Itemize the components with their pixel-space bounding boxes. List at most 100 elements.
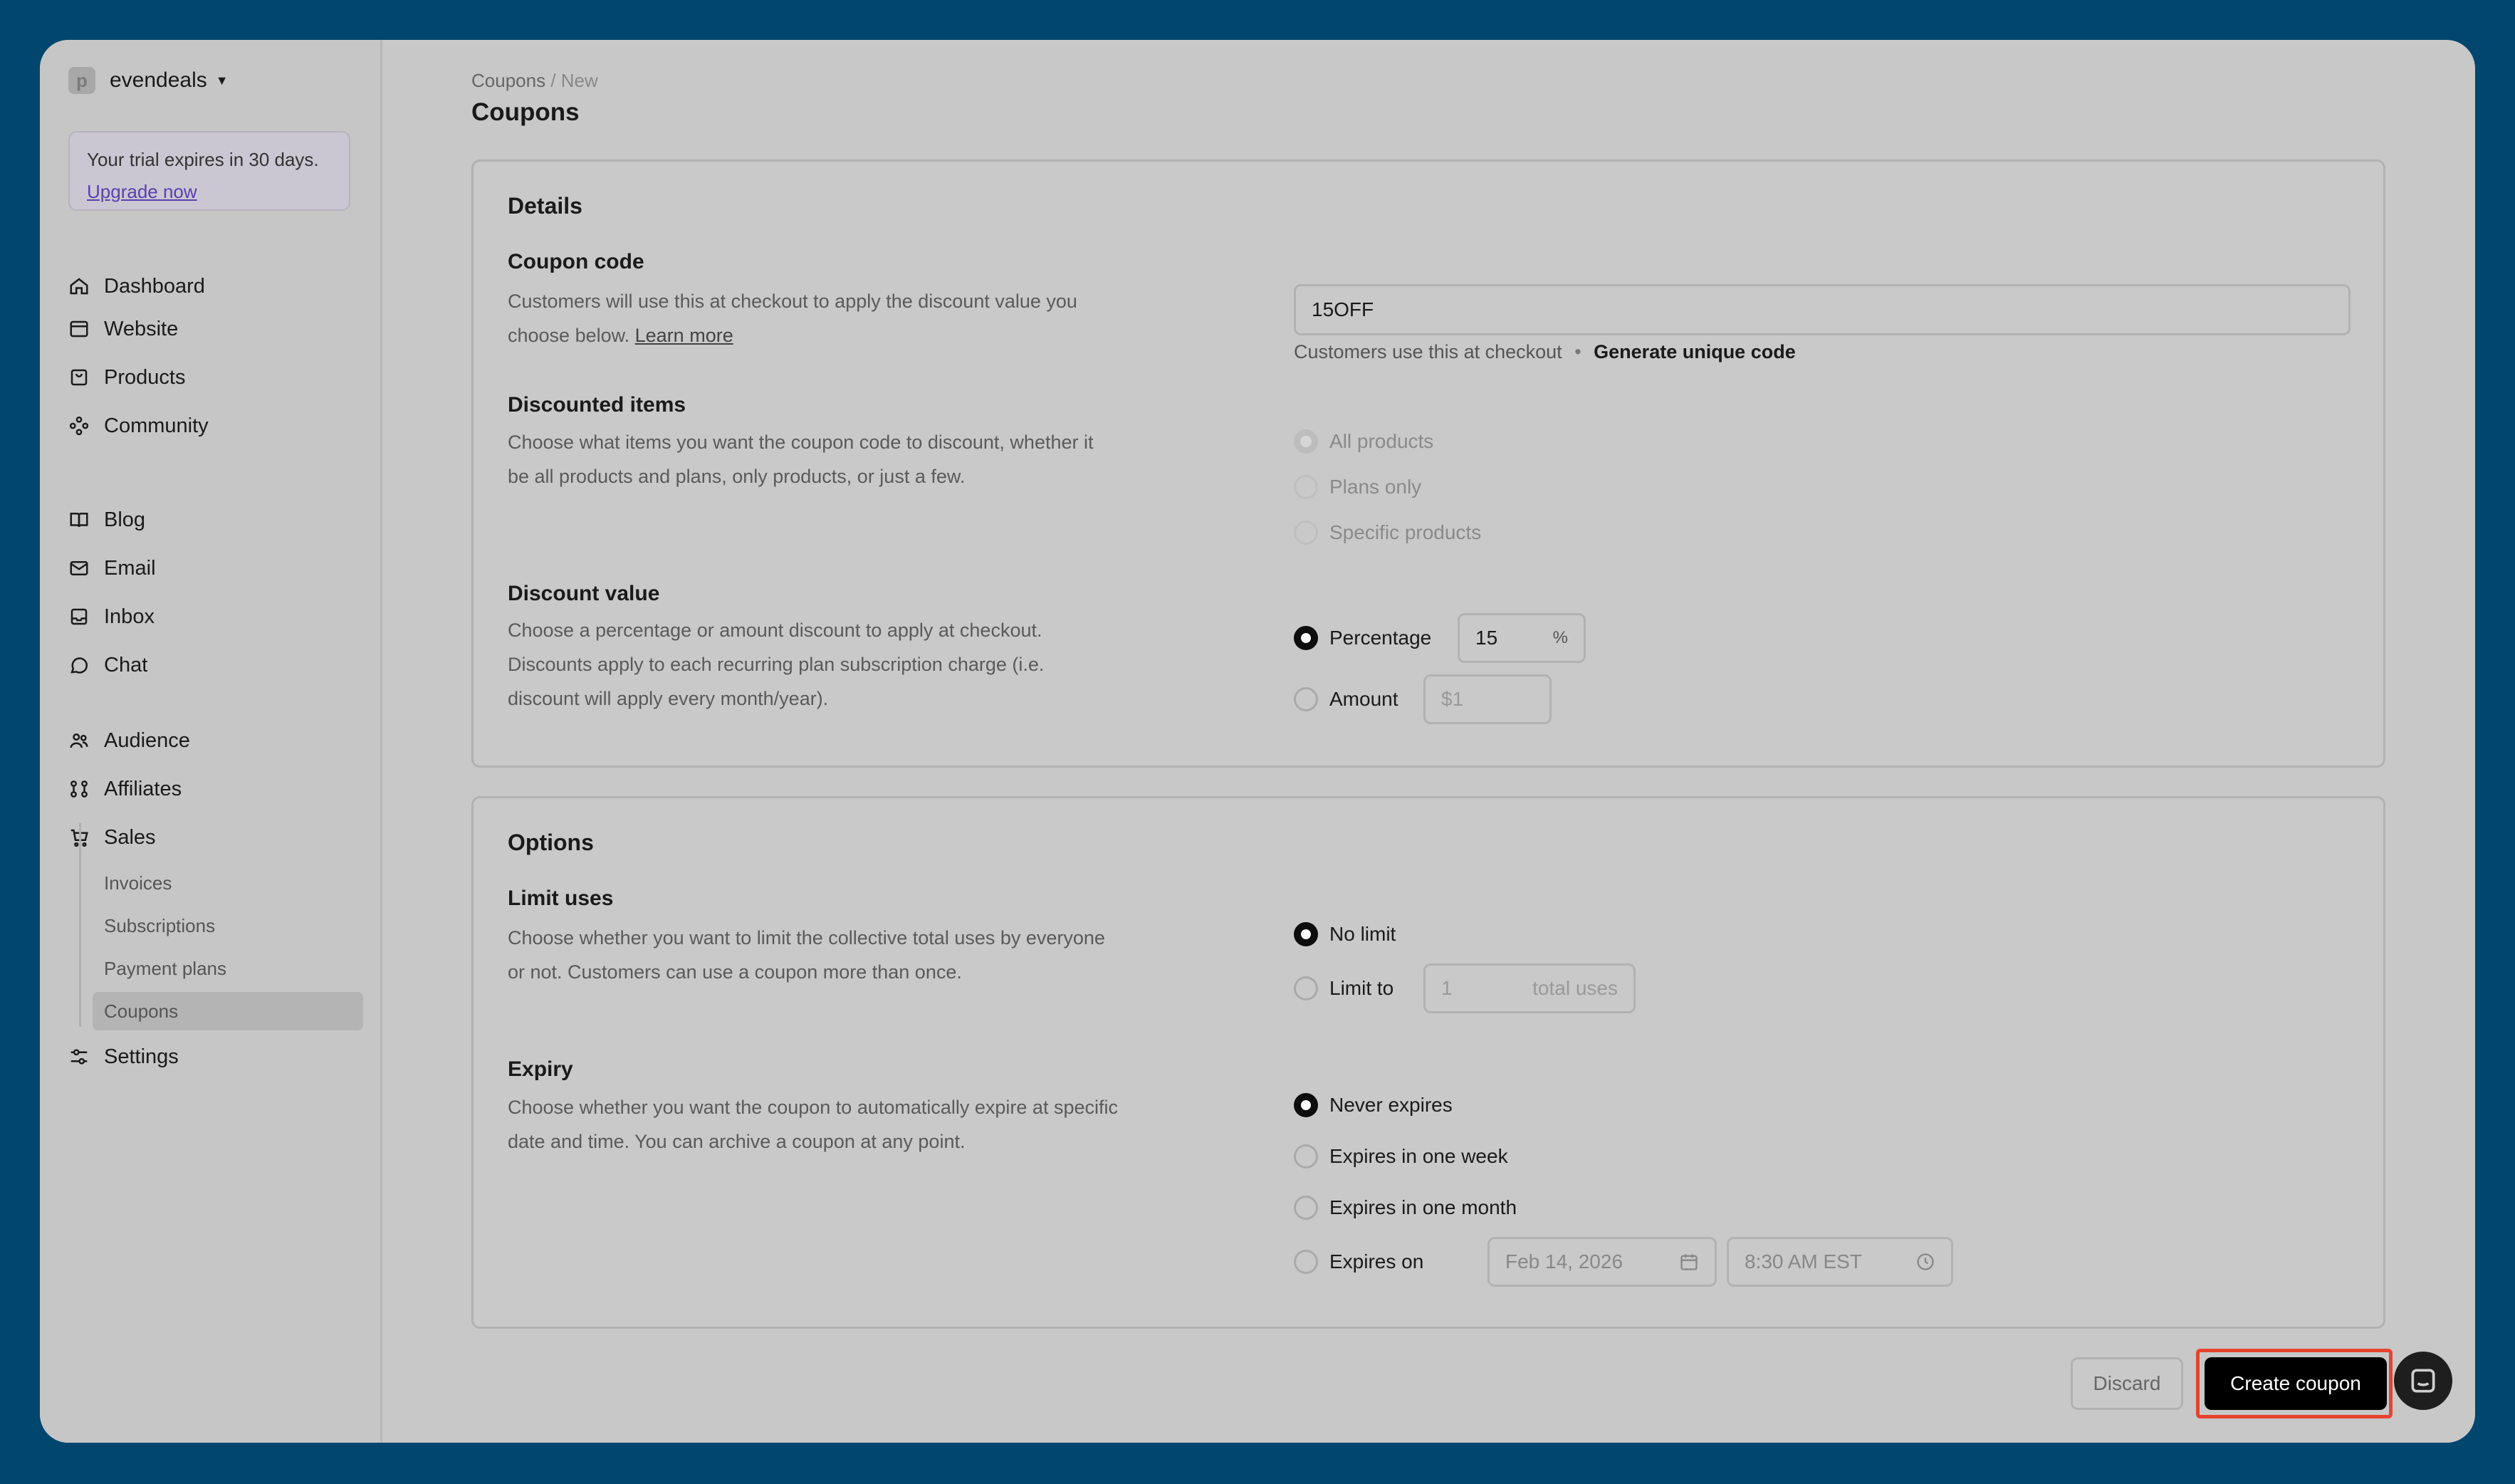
sidebar-subitem-invoices[interactable]: Invoices: [104, 869, 172, 897]
sidebar-item-blog[interactable]: Blog: [68, 506, 145, 534]
radio-indicator: [1294, 1144, 1318, 1169]
percentage-value: 15: [1475, 627, 1498, 649]
sidebar-item-label: Website: [104, 317, 179, 340]
radio-percentage[interactable]: Percentage: [1294, 626, 1431, 650]
radio-indicator: [1294, 922, 1318, 946]
radio-never-expires[interactable]: Never expires: [1294, 1093, 1453, 1117]
bag-icon: [70, 369, 88, 386]
radio-indicator: [1294, 1196, 1318, 1220]
amount-input[interactable]: $1: [1423, 674, 1552, 724]
sidebar-item-affiliates[interactable]: Affiliates: [68, 775, 182, 803]
highlight-box: [2196, 1349, 2393, 1418]
helper-dot: •: [1574, 341, 1581, 362]
discount-value-desc: Choose a percentage or amount discount t…: [508, 620, 1045, 709]
sidebar-item-label: Blog: [104, 508, 146, 531]
workspace-switcher[interactable]: p evendeals ▼: [68, 67, 229, 94]
sidebar-item-label: Community: [104, 414, 209, 437]
sidebar-subitem-payment-plans[interactable]: Payment plans: [104, 954, 226, 983]
radio-all-products[interactable]: All products: [1294, 429, 1433, 454]
expiry-title: Expiry: [508, 1057, 573, 1081]
percent-suffix: %: [1552, 628, 1568, 647]
radio-expires-on[interactable]: Expires on: [1294, 1250, 1423, 1274]
app-window: p evendeals ▼ Your trial expires in 30 d…: [40, 40, 2475, 1443]
sidebar-subitem-coupons[interactable]: Coupons: [93, 992, 363, 1030]
support-chat-launcher[interactable]: [2394, 1352, 2452, 1410]
expiry-date-input[interactable]: Feb 14, 2026: [1487, 1237, 1717, 1287]
breadcrumb-separator: /: [550, 70, 556, 91]
calendar-icon: [1680, 1254, 1698, 1270]
submenu-guide-line: [79, 823, 81, 1027]
percentage-input[interactable]: 15 %: [1458, 613, 1586, 663]
radio-no-limit[interactable]: No limit: [1294, 922, 1396, 946]
mail-icon: [70, 561, 88, 575]
radio-indicator: [1294, 1250, 1318, 1274]
radio-specific-products[interactable]: Specific products: [1294, 521, 1481, 545]
breadcrumb-parent[interactable]: Coupons: [471, 70, 545, 91]
learn-more-link[interactable]: Learn more: [635, 325, 733, 346]
radio-indicator: [1294, 687, 1318, 711]
radio-label: All products: [1329, 430, 1434, 452]
sidebar-item-label: Email: [104, 556, 156, 580]
sidebar-item-products[interactable]: Products: [68, 363, 185, 392]
radio-label: Never expires: [1329, 1094, 1453, 1116]
coupon-code-desc-text: Customers will use this at checkout to a…: [508, 291, 1077, 346]
expiry-desc: Choose whether you want the coupon to au…: [508, 1097, 1118, 1152]
limit-uses-input[interactable]: 1 total uses: [1423, 963, 1636, 1013]
coupon-code-input[interactable]: 15OFF: [1294, 284, 2351, 335]
radio-label: Plans only: [1329, 476, 1422, 498]
radio-expires-month[interactable]: Expires in one month: [1294, 1196, 1517, 1220]
limit-uses-title: Limit uses: [508, 887, 614, 910]
radio-plans-only[interactable]: Plans only: [1294, 475, 1421, 499]
expiry-time-input[interactable]: 8:30 AM EST: [1727, 1237, 1953, 1287]
generate-unique-code-link[interactable]: Generate unique code: [1594, 341, 1796, 362]
sidebar-item-settings[interactable]: Settings: [68, 1043, 179, 1071]
inbox-icon: [70, 608, 88, 625]
expiry-time-value: 8:30 AM EST: [1745, 1250, 1862, 1273]
sidebar-item-community[interactable]: Community: [68, 412, 209, 440]
radio-limit-to[interactable]: Limit to: [1294, 976, 1394, 1000]
trial-banner: Your trial expires in 30 days. Upgrade n…: [68, 131, 350, 211]
radio-label: Percentage: [1329, 627, 1432, 649]
sidebar-item-label: Sales: [104, 825, 156, 849]
sidebar-item-audience[interactable]: Audience: [68, 726, 190, 755]
workspace-logo: p: [68, 67, 95, 94]
upgrade-link[interactable]: Upgrade now: [87, 181, 197, 202]
radio-label: No limit: [1329, 923, 1396, 945]
discard-button[interactable]: Discard: [2071, 1357, 2183, 1410]
discounted-items-title: Discounted items: [508, 393, 686, 417]
clock-icon: [1917, 1253, 1934, 1270]
discounted-items-desc: Choose what items you want the coupon co…: [508, 432, 1094, 487]
radio-label: Expires in one week: [1329, 1145, 1508, 1167]
sidebar-item-email[interactable]: Email: [68, 554, 156, 582]
sidebar-item-label: Settings: [104, 1045, 179, 1068]
sidebar-subitem-subscriptions[interactable]: Subscriptions: [104, 911, 215, 940]
details-card: Details Coupon code Customers will use t…: [471, 160, 2385, 768]
options-card: Options Limit uses Choose whether you wa…: [471, 796, 2385, 1329]
discount-value-title: Discount value: [508, 582, 660, 605]
sidebar-item-sales[interactable]: Sales: [68, 823, 156, 852]
trial-text: Your trial expires in 30 days.: [87, 149, 319, 170]
sidebar-item-inbox[interactable]: Inbox: [68, 602, 155, 631]
limit-uses-desc: Choose whether you want to limit the col…: [508, 927, 1105, 983]
coupon-code-helper: Customers use this at checkout • Generat…: [1294, 341, 1796, 363]
expiry-date-value: Feb 14, 2026: [1505, 1250, 1623, 1273]
sidebar-item-website[interactable]: Website: [68, 315, 178, 343]
caret-down-icon: ▼: [215, 73, 229, 88]
radio-indicator: [1294, 429, 1318, 454]
radio-indicator: [1294, 976, 1318, 1000]
community-icon: [69, 416, 89, 436]
sidebar-item-dashboard[interactable]: Dashboard: [68, 272, 205, 301]
limit-placeholder: 1: [1441, 977, 1453, 999]
radio-indicator: [1294, 521, 1318, 545]
radio-amount[interactable]: Amount: [1294, 687, 1398, 711]
radio-expires-week[interactable]: Expires in one week: [1294, 1144, 1508, 1169]
coupon-code-value: 15OFF: [1312, 298, 1374, 320]
workspace-name: evendeals: [110, 68, 207, 92]
sliders-icon: [70, 1049, 88, 1065]
sidebar-item-label: Products: [104, 365, 186, 389]
sidebar-item-label: Chat: [104, 653, 148, 676]
sidebar-item-chat[interactable]: Chat: [68, 651, 147, 679]
chat-launcher-icon: [2411, 1369, 2435, 1393]
home-icon: [70, 278, 88, 295]
options-title: Options: [508, 830, 594, 855]
